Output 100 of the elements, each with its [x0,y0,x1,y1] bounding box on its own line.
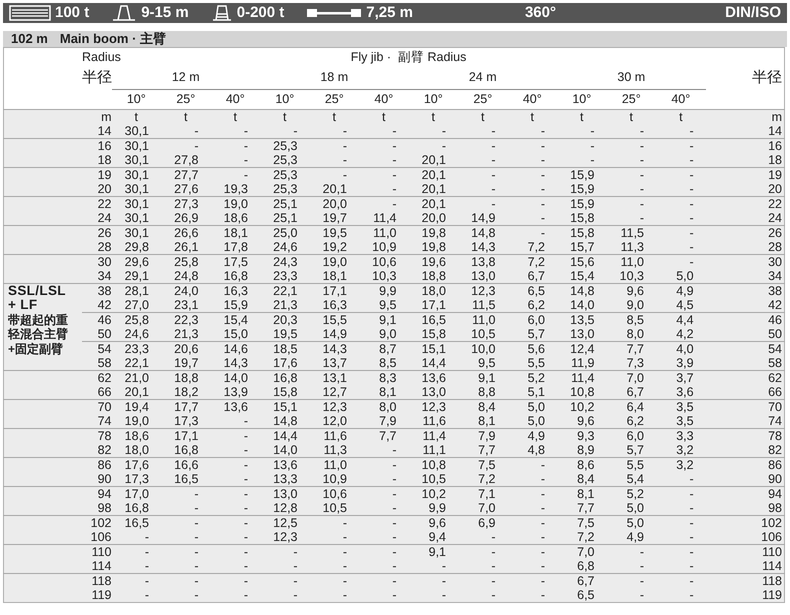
load-cell: 27,6 [174,182,199,196]
load-cell: 15,7 [570,240,595,254]
load-cell: 30,1 [124,196,150,210]
load-cell: - [540,138,546,152]
unit-label: t [481,110,484,124]
column-header: Radius [82,50,121,64]
load-cell: - [640,152,644,166]
load-cell: - [144,588,150,602]
load-cell: - [689,516,694,530]
load-cell: 12,3 [422,400,446,414]
unit-label: t [530,110,534,124]
radius-cell: 70 [768,400,782,414]
radius-cell: 78 [98,429,112,443]
load-cell: 15,8 [570,210,595,224]
load-cell: 6,7 [577,574,595,588]
load-cell: 3,5 [676,414,694,428]
spec-value: 360° [524,2,556,23]
load-cell: 20,0 [422,210,446,224]
load-cell: 25,3 [273,168,298,182]
load-cell: 16,5 [174,472,199,486]
load-cell: 19,0 [322,254,348,268]
radius-cell: 34 [768,268,782,282]
load-cell: 13,0 [273,487,298,501]
load-cell: 3,2 [676,443,694,457]
load-cell: 12,3 [322,400,348,414]
load-cell: 20,3 [273,312,298,327]
load-cell: 8,3 [379,371,397,385]
load-cell: 14,3 [471,240,496,254]
load-cell: 7,2 [528,240,546,254]
column-header: 半径 [752,68,782,86]
load-cell: 18,6 [124,429,150,443]
load-cell: 5,0 [626,501,644,515]
load-cell: - [392,152,397,166]
load-cell: - [244,530,248,544]
load-cell: 13,3 [273,472,298,486]
load-cell: 25,1 [273,196,298,210]
load-cell: - [442,588,446,602]
load-cell: - [640,138,644,152]
load-cell: 19,0 [124,414,150,428]
load-cell: 10,5 [322,501,348,515]
load-cell: 16,3 [224,284,248,298]
load-cell: - [491,124,496,138]
load-cell: 25,3 [273,138,298,152]
load-cell: 20,0 [322,196,348,210]
load-cell: - [293,124,298,138]
load-cell: 17,5 [224,254,248,268]
load-cell: 16,5 [124,516,150,530]
load-cell: 29,1 [124,268,150,282]
load-cell: 23,1 [174,298,199,312]
load-cell: 25,1 [273,210,298,224]
load-cell: 23,3 [124,342,150,356]
load-cell: - [689,168,694,182]
load-cell: 19,5 [322,226,348,240]
load-cell: 3,7 [676,371,694,385]
load-cell: 22,1 [124,356,150,370]
load-cell: 7,9 [478,429,496,443]
load-cell: 6,5 [528,284,546,298]
load-cell: - [194,487,199,501]
load-cell: 13,0 [471,268,496,282]
load-cell: 27,3 [174,196,199,210]
load-cell: - [293,588,298,602]
unit-label: m [101,110,112,124]
radius-cell: 110 [762,545,782,559]
load-cell: 10,6 [322,487,348,501]
column-header: 25° [176,92,196,106]
load-cell: - [244,559,248,573]
load-cell: 15,0 [224,326,248,341]
load-cell: 18,1 [322,268,348,282]
load-cell: 8,1 [577,487,595,501]
section-title: Main boom · 主臂 [60,30,166,48]
load-cell: 14,0 [224,371,248,385]
load-cell: - [590,152,595,166]
load-cell: 16,3 [322,298,348,312]
load-cell: 19,7 [174,356,199,370]
load-cell: 13,9 [224,385,248,399]
load-cell: 20,1 [422,168,446,182]
load-cell: - [689,240,694,254]
load-cell: 29,6 [124,254,150,268]
radius-cell: 106 [90,530,112,544]
load-cell: - [540,196,546,210]
load-cell: - [194,516,199,530]
load-cell: - [342,516,348,530]
load-cell: 12,3 [471,284,496,298]
load-cell: 14,3 [224,356,248,370]
load-cell: 14,8 [273,414,298,428]
load-cell: - [540,458,546,472]
load-cell: 14,3 [322,342,348,356]
load-cell: 18,8 [174,371,199,385]
load-cell: 5,4 [626,472,644,486]
load-cell: 15,1 [422,342,446,356]
load-cell: 7,7 [577,501,595,515]
load-cell: - [392,516,397,530]
load-cell: 10,9 [322,472,348,486]
load-cell: 11,0 [324,458,348,472]
load-cell: 24,3 [273,254,298,268]
radius-cell: 54 [768,342,782,356]
column-header: 25° [622,92,641,106]
load-cell: 14,8 [570,284,595,298]
load-cell: 18,1 [224,226,248,240]
load-cell: 8,5 [626,312,644,327]
